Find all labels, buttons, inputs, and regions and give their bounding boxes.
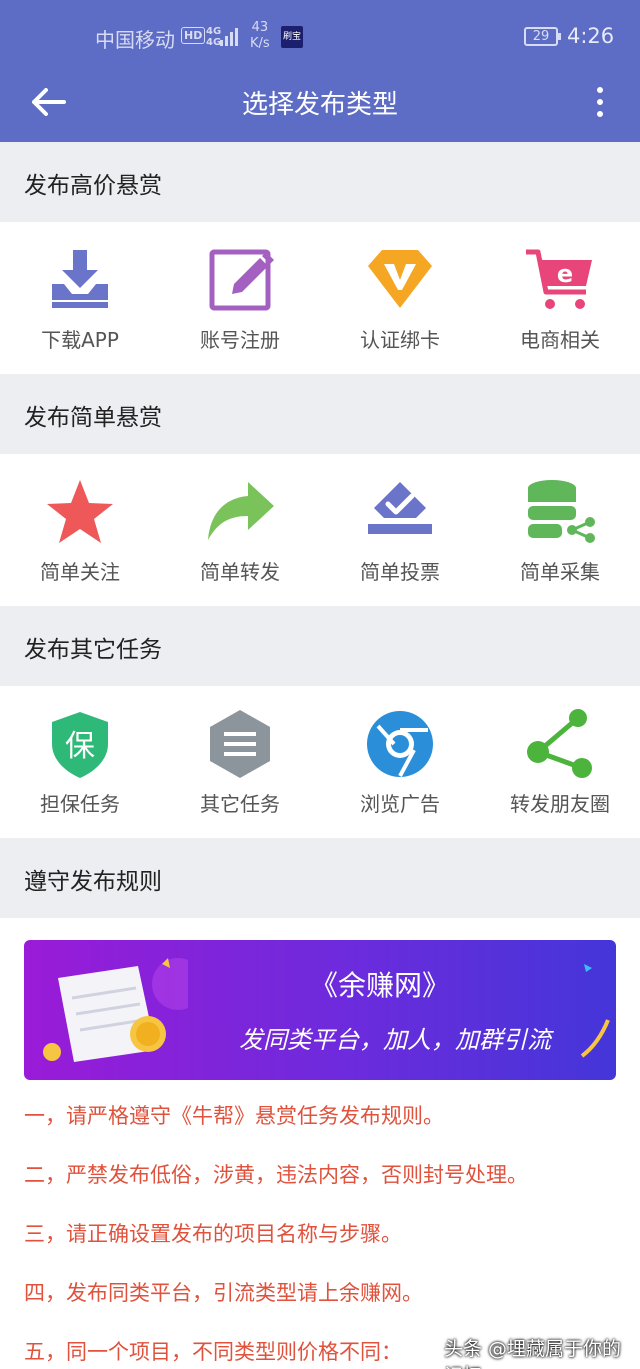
download-icon [52,250,108,308]
section-header-rules: 遵守发布规则 [0,838,640,918]
database-icon [528,480,595,543]
more-vert-icon[interactable] [585,84,615,120]
task-grid-other-tasks: 保 担保任务 其它任务 浏览广告 转发朋友圈 [0,686,640,838]
task-ecommerce[interactable]: e 电商相关 [480,222,640,374]
task-label: 浏览广告 [360,792,440,816]
rule-item: 一，请严格遵守《牛帮》悬赏任务发布规则。 [24,1104,444,1128]
task-label: 电商相关 [520,328,600,352]
task-simple-share[interactable]: 简单转发 [160,454,320,606]
task-simple-follow[interactable]: 简单关注 [0,454,160,606]
share-arrow-icon [208,482,274,540]
task-share-moments[interactable]: 转发朋友圈 [480,686,640,838]
status-bar: 中国移动 HD 4G 4G 43 K/s 刷宝 29 4:26 [0,0,640,72]
rule-item: 二，严禁发布低俗，涉黄，违法内容，否则封号处理。 [24,1163,528,1187]
task-label: 简单采集 [520,560,600,584]
carrier-name: 中国移动 [95,28,175,52]
section-title: 发布其它任务 [24,637,162,663]
task-other[interactable]: 其它任务 [160,686,320,838]
shopping-cart-icon: e [526,249,592,309]
task-label: 其它任务 [200,792,280,816]
page-title: 选择发布类型 [241,90,398,120]
shield-icon: 保 [52,712,108,778]
task-guarantee[interactable]: 保 担保任务 [0,686,160,838]
section-title: 发布高价悬赏 [24,173,162,199]
task-label: 简单投票 [360,560,440,584]
app-header: 中国移动 HD 4G 4G 43 K/s 刷宝 29 4:26 选择发布类型 [0,0,640,142]
task-label: 账号注册 [200,328,280,352]
task-browse-ads[interactable]: 浏览广告 [320,686,480,838]
clock: 4:26 [567,24,615,48]
task-download-app[interactable]: 下载APP [0,222,160,374]
rules-list: 一，请严格遵守《牛帮》悬赏任务发布规则。 二，严禁发布低俗，涉黄，违法内容，否则… [24,1098,624,1369]
task-verify-bind-card[interactable]: 认证绑卡 [320,222,480,374]
hd-badge: HD [181,27,206,44]
task-grid-simple-reward: 简单关注 简单转发 简单投票 简单采集 [0,454,640,606]
section-title: 发布简单悬赏 [24,405,162,431]
list-hexagon-icon [210,710,270,778]
star-icon [47,480,113,543]
task-simple-vote[interactable]: 简单投票 [320,454,480,606]
section-title: 遵守发布规则 [24,869,162,895]
task-account-register[interactable]: 账号注册 [160,222,320,374]
vote-icon [368,482,432,534]
section-header-other-tasks: 发布其它任务 [0,606,640,686]
task-label: 担保任务 [40,792,120,816]
task-simple-collect[interactable]: 简单采集 [480,454,640,606]
network-speed: 43 K/s [250,20,270,51]
network-type: 4G 4G [206,26,222,48]
app-notification-icon: 刷宝 [281,26,303,48]
banner-subtitle: 发同类平台，加人，加群引流 [239,1026,551,1054]
task-label: 简单转发 [200,560,280,584]
vip-diamond-icon [368,250,432,308]
section-header-simple-reward: 发布简单悬赏 [0,374,640,454]
watermark: 头条 @埋藏属于你的记忆 [444,1338,622,1369]
promo-banner[interactable]: 《余赚网》 发同类平台，加人，加群引流 [24,940,616,1080]
svg-text:保: 保 [65,729,95,764]
task-label: 认证绑卡 [360,328,440,352]
battery-icon: 29 [524,27,561,46]
rule-item: 四，发布同类平台，引流类型请上余赚网。 [24,1281,423,1305]
task-label: 简单关注 [40,560,120,584]
share-nodes-icon [527,709,592,778]
task-grid-high-reward: 下载APP 账号注册 认证绑卡 e 电商相关 [0,222,640,374]
task-label: 下载APP [41,328,119,352]
rule-item: 三，请正确设置发布的项目名称与步骤。 [24,1222,402,1246]
banner-title: 《余赚网》 [309,969,450,1002]
section-header-high-reward: 发布高价悬赏 [0,142,640,222]
edit-icon [209,249,274,311]
task-label: 转发朋友圈 [510,792,610,816]
browser-icon [367,711,433,777]
signal-icon [220,26,242,46]
svg-text:e: e [557,260,573,288]
